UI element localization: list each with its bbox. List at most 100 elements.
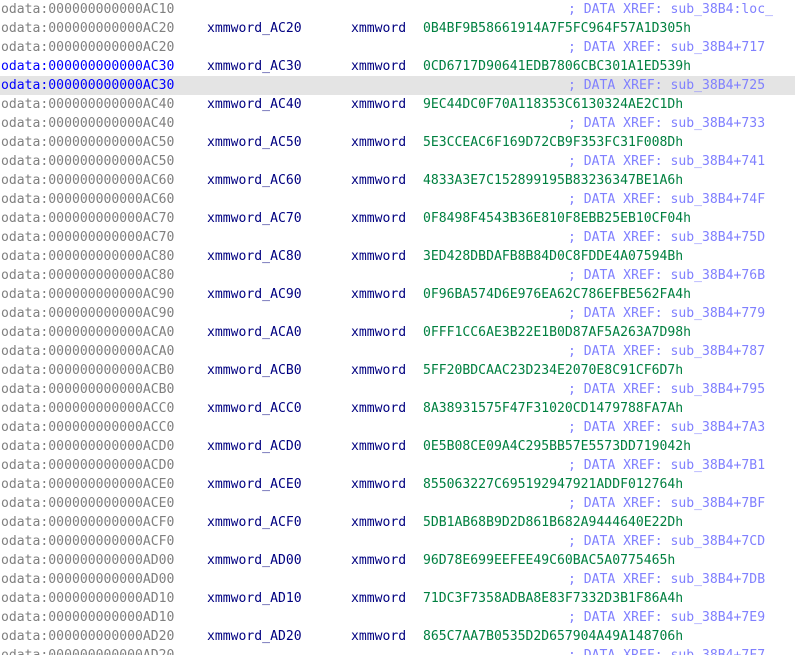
row-address: odata:000000000000ACF0 xyxy=(1,534,175,549)
row-xref-comment[interactable]: ; DATA XREF: sub_38B4+717 xyxy=(568,38,765,57)
row-xref-comment[interactable]: ; DATA XREF: sub_38B4+741 xyxy=(568,152,765,171)
row-xref-comment[interactable]: ; DATA XREF: sub_38B4+733 xyxy=(568,114,765,133)
row-label[interactable]: xmmword_AD00 xyxy=(207,551,302,570)
listing-row[interactable]: odata:000000000000AD00 xmmword_AD00 xmmwor… xyxy=(0,551,795,570)
listing-row[interactable]: odata:000000000000AC10 ; DATA XREF: sub_3… xyxy=(0,0,795,19)
row-xref-comment[interactable]: ; DATA XREF: sub_38B4+7A3 xyxy=(568,418,765,437)
row-xref-comment[interactable]: ; DATA XREF: sub_38B4:loc_ xyxy=(568,0,773,19)
row-address: odata:000000000000ACB0 xyxy=(1,382,175,397)
disassembly-listing[interactable]: odata:000000000000AC10 ; DATA XREF: sub_3… xyxy=(0,0,795,655)
row-type: xmmword xyxy=(351,401,407,416)
row-label[interactable]: xmmword_AC90 xyxy=(207,285,302,304)
row-label[interactable]: xmmword_AD20 xyxy=(207,627,302,646)
row-label[interactable]: xmmword_AC60 xyxy=(207,171,302,190)
row-address: odata:000000000000AC80 xyxy=(1,249,175,264)
row-xref-comment[interactable]: ; DATA XREF: sub_38B4+75D xyxy=(568,228,765,247)
listing-row[interactable]: odata:000000000000AC80 xmmword_AC80 xmmwor… xyxy=(0,247,795,266)
row-address: odata:000000000000AD00 xyxy=(1,572,175,587)
row-xref-comment[interactable]: ; DATA XREF: sub_38B4+7E9 xyxy=(568,608,765,627)
row-address: odata:000000000000AC60 xyxy=(1,173,175,188)
row-type: xmmword xyxy=(351,629,407,644)
row-xref-comment[interactable]: ; DATA XREF: sub_38B4+795 xyxy=(568,380,765,399)
listing-row[interactable]: odata:000000000000AC70 xmmword_AC70 xmmwor… xyxy=(0,209,795,228)
row-address: odata:000000000000ACA0 xyxy=(1,344,175,359)
row-xref-comment[interactable]: ; DATA XREF: sub_38B4+787 xyxy=(568,342,765,361)
row-address: odata:000000000000AC70 xyxy=(1,211,175,226)
listing-row[interactable]: odata:000000000000AC90 ; DATA XREF: sub_3… xyxy=(0,304,795,323)
row-label[interactable]: xmmword_AC50 xyxy=(207,133,302,152)
listing-row[interactable]: odata:000000000000AC80 ; DATA XREF: sub_3… xyxy=(0,266,795,285)
row-xref-comment[interactable]: ; DATA XREF: sub_38B4+725 xyxy=(568,76,765,95)
listing-row[interactable]: odata:000000000000ACE0 ; DATA XREF: sub_3… xyxy=(0,494,795,513)
row-address: odata:000000000000AC40 xyxy=(1,97,175,112)
row-label[interactable]: xmmword_AC20 xyxy=(207,19,302,38)
listing-row[interactable]: odata:000000000000ACC0 ; DATA XREF: sub_3… xyxy=(0,418,795,437)
listing-row[interactable]: odata:000000000000AC60 xmmword_AC60 xmmwor… xyxy=(0,171,795,190)
row-label[interactable]: xmmword_ACF0 xyxy=(207,513,302,532)
listing-row[interactable]: odata:000000000000AD20 xmmword_AD20 xmmwor… xyxy=(0,627,795,646)
row-address: odata:000000000000ACA0 xyxy=(1,325,175,340)
listing-row[interactable]: odata:000000000000AD00 ; DATA XREF: sub_3… xyxy=(0,570,795,589)
row-label[interactable]: xmmword_AC30 xyxy=(207,57,302,76)
listing-row[interactable]: odata:000000000000AC20 xmmword_AC20 xmmwor… xyxy=(0,19,795,38)
listing-row[interactable]: odata:000000000000AD10 xmmword_AD10 xmmwor… xyxy=(0,589,795,608)
row-xref-comment[interactable]: ; DATA XREF: sub_38B4+76B xyxy=(568,266,765,285)
row-value: 865C7AA7B0535D2D657904A49A148706h xyxy=(423,629,684,644)
row-label[interactable]: xmmword_AD10 xyxy=(207,589,302,608)
listing-row[interactable]: odata:000000000000ACE0 xmmword_ACE0 xmmwor… xyxy=(0,475,795,494)
listing-row[interactable]: odata:000000000000ACF0 xmmword_ACF0 xmmwor… xyxy=(0,513,795,532)
listing-row[interactable]: odata:000000000000ACF0 ; DATA XREF: sub_3… xyxy=(0,532,795,551)
row-label[interactable]: xmmword_AC70 xyxy=(207,209,302,228)
listing-row[interactable]: odata:000000000000AC40 xmmword_AC40 xmmwor… xyxy=(0,95,795,114)
row-label[interactable]: xmmword_ACC0 xyxy=(207,399,302,418)
listing-row[interactable]: odata:000000000000ACC0 xmmword_ACC0 xmmwor… xyxy=(0,399,795,418)
row-type: xmmword xyxy=(351,591,407,606)
row-xref-comment[interactable]: ; DATA XREF: sub_38B4+7F7 xyxy=(568,646,765,655)
row-value: 0FFF1CC6AE3B22E1B0D87AF5A263A7D98h xyxy=(423,325,692,340)
row-label[interactable]: xmmword_AC40 xyxy=(207,95,302,114)
row-address: odata:000000000000ACE0 xyxy=(1,496,175,511)
row-address: odata:000000000000AD10 xyxy=(1,591,175,606)
row-label[interactable]: xmmword_ACA0 xyxy=(207,323,302,342)
listing-row[interactable]: odata:000000000000ACD0 ; DATA XREF: sub_3… xyxy=(0,456,795,475)
listing-row-current[interactable]: odata:000000000000AC30 ; DATA XREF: sub_3… xyxy=(0,76,795,95)
row-xref-comment[interactable]: ; DATA XREF: sub_38B4+7CD xyxy=(568,532,765,551)
row-label[interactable]: xmmword_ACB0 xyxy=(207,361,302,380)
listing-row[interactable]: odata:000000000000AC50 ; DATA XREF: sub_3… xyxy=(0,152,795,171)
row-address: odata:000000000000AC20 xyxy=(1,21,175,36)
row-value: 0CD6717D90641EDB7806CBC301A1ED539h xyxy=(423,59,692,74)
row-address: odata:000000000000ACF0 xyxy=(1,515,175,530)
row-xref-comment[interactable]: ; DATA XREF: sub_38B4+7B1 xyxy=(568,456,765,475)
row-type: xmmword xyxy=(351,439,407,454)
listing-row[interactable]: odata:000000000000AC20 ; DATA XREF: sub_3… xyxy=(0,38,795,57)
row-address: odata:000000000000AC80 xyxy=(1,268,175,283)
row-address: odata:000000000000AC30 xyxy=(1,59,175,74)
row-address: odata:000000000000ACC0 xyxy=(1,420,175,435)
row-xref-comment[interactable]: ; DATA XREF: sub_38B4+7BF xyxy=(568,494,765,513)
row-address: odata:000000000000AC40 xyxy=(1,116,175,131)
row-label[interactable]: xmmword_AC80 xyxy=(207,247,302,266)
row-address: odata:000000000000AC30 xyxy=(1,78,175,93)
listing-row[interactable]: odata:000000000000ACD0 xmmword_ACD0 xmmwor… xyxy=(0,437,795,456)
listing-row[interactable]: odata:000000000000AC90 xmmword_AC90 xmmwor… xyxy=(0,285,795,304)
listing-row[interactable]: odata:000000000000AD20 ; DATA XREF: sub_3… xyxy=(0,646,795,655)
listing-row[interactable]: odata:000000000000AC50 xmmword_AC50 xmmwor… xyxy=(0,133,795,152)
row-value: 5FF20BDCAAC23D234E2070E8C91CF6D7h xyxy=(423,363,684,378)
listing-row[interactable]: odata:000000000000AC60 ; DATA XREF: sub_3… xyxy=(0,190,795,209)
listing-row[interactable]: odata:000000000000ACB0 ; DATA XREF: sub_3… xyxy=(0,380,795,399)
listing-row-highlighted[interactable]: odata:000000000000AC30 xmmword_AC30 xmmwor… xyxy=(0,57,795,76)
row-type: xmmword xyxy=(351,21,407,36)
row-label[interactable]: xmmword_ACE0 xyxy=(207,475,302,494)
row-xref-comment[interactable]: ; DATA XREF: sub_38B4+74F xyxy=(568,190,765,209)
listing-row[interactable]: odata:000000000000AC40 ; DATA XREF: sub_3… xyxy=(0,114,795,133)
row-value: 855063227C695192947921ADDF012764h xyxy=(423,477,684,492)
row-xref-comment[interactable]: ; DATA XREF: sub_38B4+7DB xyxy=(568,570,765,589)
listing-row[interactable]: odata:000000000000ACA0 xmmword_ACA0 xmmwor… xyxy=(0,323,795,342)
listing-row[interactable]: odata:000000000000ACA0 ; DATA XREF: sub_3… xyxy=(0,342,795,361)
row-xref-comment[interactable]: ; DATA XREF: sub_38B4+779 xyxy=(568,304,765,323)
listing-row[interactable]: odata:000000000000AD10 ; DATA XREF: sub_3… xyxy=(0,608,795,627)
row-label[interactable]: xmmword_ACD0 xyxy=(207,437,302,456)
listing-row[interactable]: odata:000000000000ACB0 xmmword_ACB0 xmmwor… xyxy=(0,361,795,380)
listing-row[interactable]: odata:000000000000AC70 ; DATA XREF: sub_3… xyxy=(0,228,795,247)
row-address: odata:000000000000AC70 xyxy=(1,230,175,245)
